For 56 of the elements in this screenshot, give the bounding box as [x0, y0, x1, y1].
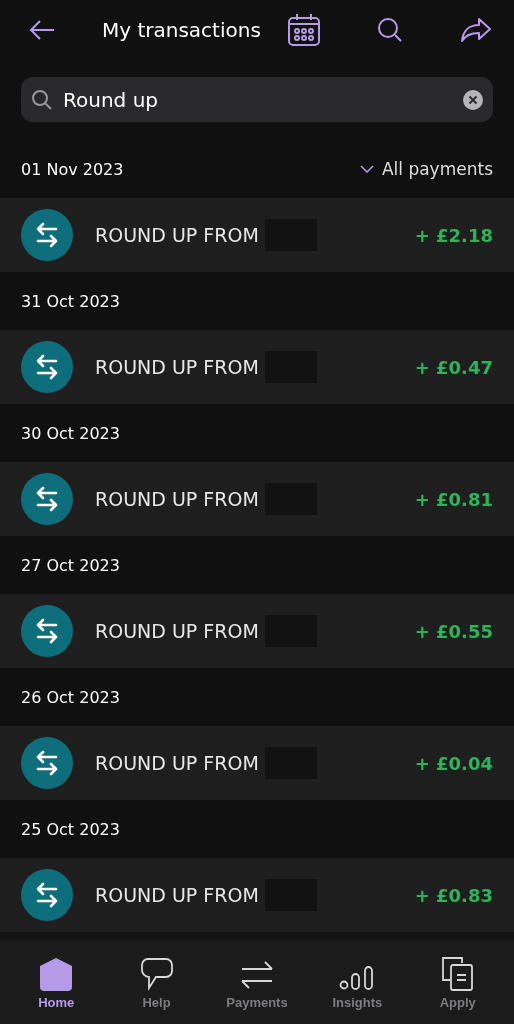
screen-title: My transactions: [102, 18, 261, 42]
house-icon: [38, 956, 75, 991]
calendar-button[interactable]: [286, 13, 321, 47]
transaction-amount: + £0.47: [414, 356, 493, 378]
clear-icon: [463, 89, 483, 110]
nav-tab[interactable]: Insights: [309, 940, 406, 1024]
back-button[interactable]: [28, 18, 56, 42]
transaction-description: ROUND UP FROM: [95, 884, 259, 906]
transaction-row[interactable]: ROUND UP FROM + £0.04: [0, 726, 514, 800]
transaction-amount: + £2.18: [414, 224, 493, 246]
transaction-description: ROUND UP FROM: [95, 224, 259, 246]
search-field[interactable]: Round up: [21, 77, 493, 122]
transaction-row[interactable]: ROUND UP FROM + £0.83: [0, 858, 514, 932]
transaction-amount: + £0.81: [414, 488, 493, 510]
speech-bubble-icon: [139, 956, 174, 991]
transaction-amount: + £0.55: [414, 620, 493, 642]
transfer-arrows-icon: [21, 341, 73, 393]
transfer-arrows-icon: [21, 605, 73, 657]
date-heading: 01 Nov 2023: [21, 159, 124, 179]
transaction-row[interactable]: ROUND UP FROM + £2.18: [0, 198, 514, 272]
transaction-amount: + £0.04: [414, 752, 493, 774]
date-heading: 27 Oct 2023: [21, 555, 120, 575]
bar-chart-icon: [339, 964, 376, 991]
transaction-row[interactable]: ROUND UP FROM + £0.47: [0, 330, 514, 404]
transaction-row[interactable]: ROUND UP FROM + £0.81: [0, 462, 514, 536]
transaction-description: ROUND UP FROM: [95, 488, 259, 510]
transfer-arrows-icon: [21, 473, 73, 525]
transfer-arrows-icon: [21, 737, 73, 789]
filter-dropdown[interactable]: All payments: [359, 159, 493, 179]
transaction-amount: + £0.83: [414, 884, 493, 906]
date-heading: 30 Oct 2023: [21, 423, 120, 443]
date-heading: 31 Oct 2023: [21, 291, 120, 311]
search-icon: [31, 88, 53, 111]
chevron-down-icon: [359, 165, 374, 173]
nav-tab[interactable]: Apply: [409, 940, 506, 1024]
nav-tab[interactable]: Help: [108, 940, 205, 1024]
transaction-description: ROUND UP FROM: [95, 752, 259, 774]
date-heading: 26 Oct 2023: [21, 687, 120, 707]
back-arrow-icon: [28, 18, 56, 42]
transfer-arrows-icon: [239, 958, 274, 991]
share-icon: [460, 17, 492, 43]
nav-tab[interactable]: Payments: [208, 940, 305, 1024]
transaction-description: ROUND UP FROM: [95, 356, 259, 378]
calendar-icon: [286, 13, 321, 47]
transaction-description: ROUND UP FROM: [95, 620, 259, 642]
transaction-row[interactable]: ROUND UP FROM + £0.55: [0, 594, 514, 668]
search-field[interactable]: Round up: [61, 86, 455, 113]
date-heading: 25 Oct 2023: [21, 819, 120, 839]
transfer-arrows-icon: [21, 209, 73, 261]
nav-tab[interactable]: Home: [8, 940, 105, 1024]
search-button[interactable]: [377, 17, 404, 43]
documents-icon: [441, 956, 474, 991]
search-icon: [377, 17, 404, 43]
clear-button[interactable]: [463, 89, 483, 110]
transfer-arrows-icon: [21, 869, 73, 921]
share-button[interactable]: [460, 17, 492, 43]
